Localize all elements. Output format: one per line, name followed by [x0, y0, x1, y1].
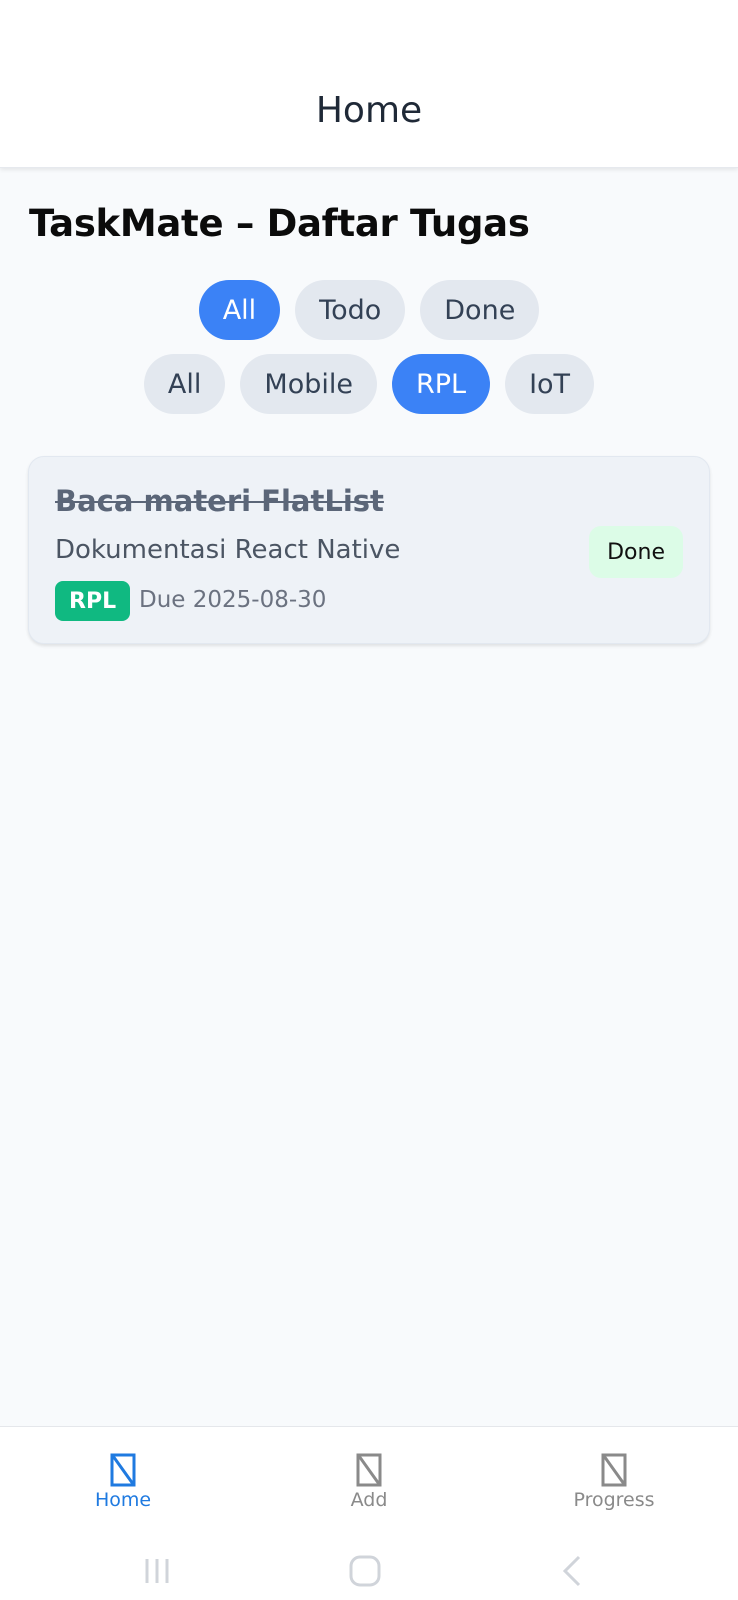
task-card[interactable]: Baca materi FlatList Dokumentasi React N… [28, 456, 710, 644]
category-filter-row: All Mobile RPL IoT [0, 354, 738, 414]
category-filter-all[interactable]: All [143, 354, 226, 414]
category-filter-mobile[interactable]: Mobile [240, 354, 377, 414]
task-status-toggle[interactable]: Done [589, 526, 683, 578]
back-icon[interactable] [555, 1554, 595, 1588]
system-navigation-bar [0, 1540, 738, 1600]
tab-home[interactable]: Home [43, 1427, 203, 1541]
tab-progress-label: Progress [573, 1489, 655, 1511]
screen: Home TaskMate – Daftar Tugas All Todo Do… [0, 0, 738, 1600]
status-filter-todo[interactable]: Todo [295, 280, 406, 340]
status-filter-done[interactable]: Done [420, 280, 540, 340]
task-title: Baca materi FlatList [55, 484, 384, 518]
placeholder-icon [110, 1453, 136, 1487]
task-due-date: Due 2025-08-30 [139, 587, 327, 613]
tab-add-label: Add [350, 1489, 388, 1511]
header-title: Home [315, 90, 423, 131]
bottom-tab-bar: Home Add Progress [0, 1426, 738, 1540]
category-filter-rpl[interactable]: RPL [391, 354, 491, 414]
page-title: TaskMate – Daftar Tugas [29, 202, 530, 245]
status-filter-row: All Todo Done [0, 280, 738, 340]
placeholder-icon [601, 1453, 627, 1487]
tab-add[interactable]: Add [289, 1427, 449, 1541]
task-category-badge: RPL [55, 581, 131, 621]
app-header: Home [0, 0, 738, 168]
task-description: Dokumentasi React Native [55, 535, 401, 565]
tab-home-label: Home [94, 1489, 152, 1511]
home-nav-icon[interactable] [345, 1554, 385, 1588]
status-filter-all[interactable]: All [198, 280, 281, 340]
placeholder-icon [356, 1453, 382, 1487]
recents-icon[interactable] [140, 1554, 180, 1588]
tab-progress[interactable]: Progress [534, 1427, 694, 1541]
category-filter-iot[interactable]: IoT [505, 354, 595, 414]
